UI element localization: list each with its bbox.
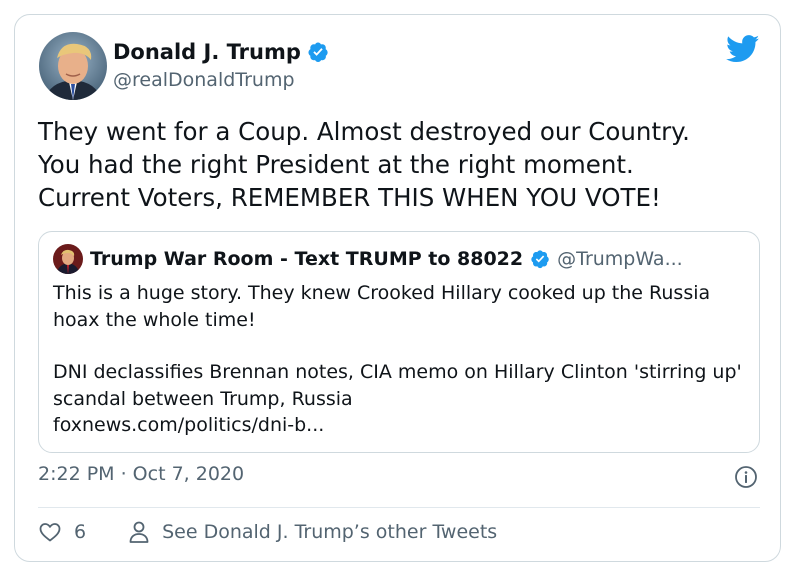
quoted-author-name[interactable]: Trump War Room - Text TRUMP to 88022 <box>90 248 523 270</box>
action-bar: 6 See Donald J. Trump’s other Tweets <box>38 520 497 544</box>
see-other-tweets-label: See Donald J. Trump’s other Tweets <box>162 521 498 543</box>
verified-badge-icon <box>531 250 549 269</box>
quoted-author-handle[interactable]: @TrumpWa... <box>557 248 683 270</box>
quoted-tweet-body: This is a huge story. They knew Crooked … <box>53 280 743 439</box>
quoted-author-row: Trump War Room - Text TRUMP to 88022 @Tr… <box>53 244 683 274</box>
quoted-link-title: DNI declassifies Brennan notes, CIA memo… <box>53 361 742 410</box>
info-icon[interactable] <box>734 465 758 489</box>
quoted-tweet[interactable]: Trump War Room - Text TRUMP to 88022 @Tr… <box>38 231 760 453</box>
verified-badge-icon <box>308 42 328 62</box>
quoted-author-avatar <box>53 244 83 274</box>
author-name[interactable]: Donald J. Trump <box>113 40 301 64</box>
twitter-bird-icon[interactable] <box>726 35 760 63</box>
tweet-timestamp[interactable]: 2:22 PM · Oct 7, 2020 <box>38 463 244 485</box>
like-count: 6 <box>74 521 87 543</box>
quoted-link-url[interactable]: foxnews.com/politics/dni-b... <box>53 412 743 439</box>
tweet-text: They went for a Coup. Almost destroyed o… <box>38 117 690 212</box>
see-other-tweets-link[interactable]: See Donald J. Trump’s other Tweets <box>128 520 497 544</box>
author-handle[interactable]: @realDonaldTrump <box>113 69 295 91</box>
like-button[interactable]: 6 <box>38 520 86 544</box>
heart-icon <box>39 523 61 542</box>
quoted-tweet-text: This is a huge story. They knew Crooked … <box>53 282 711 331</box>
author-name-row[interactable]: Donald J. Trump <box>113 40 329 64</box>
tweet-card: Donald J. Trump @realDonaldTrump They we… <box>14 14 781 562</box>
person-icon <box>129 521 149 543</box>
author-avatar[interactable] <box>39 32 107 100</box>
divider <box>38 507 760 508</box>
